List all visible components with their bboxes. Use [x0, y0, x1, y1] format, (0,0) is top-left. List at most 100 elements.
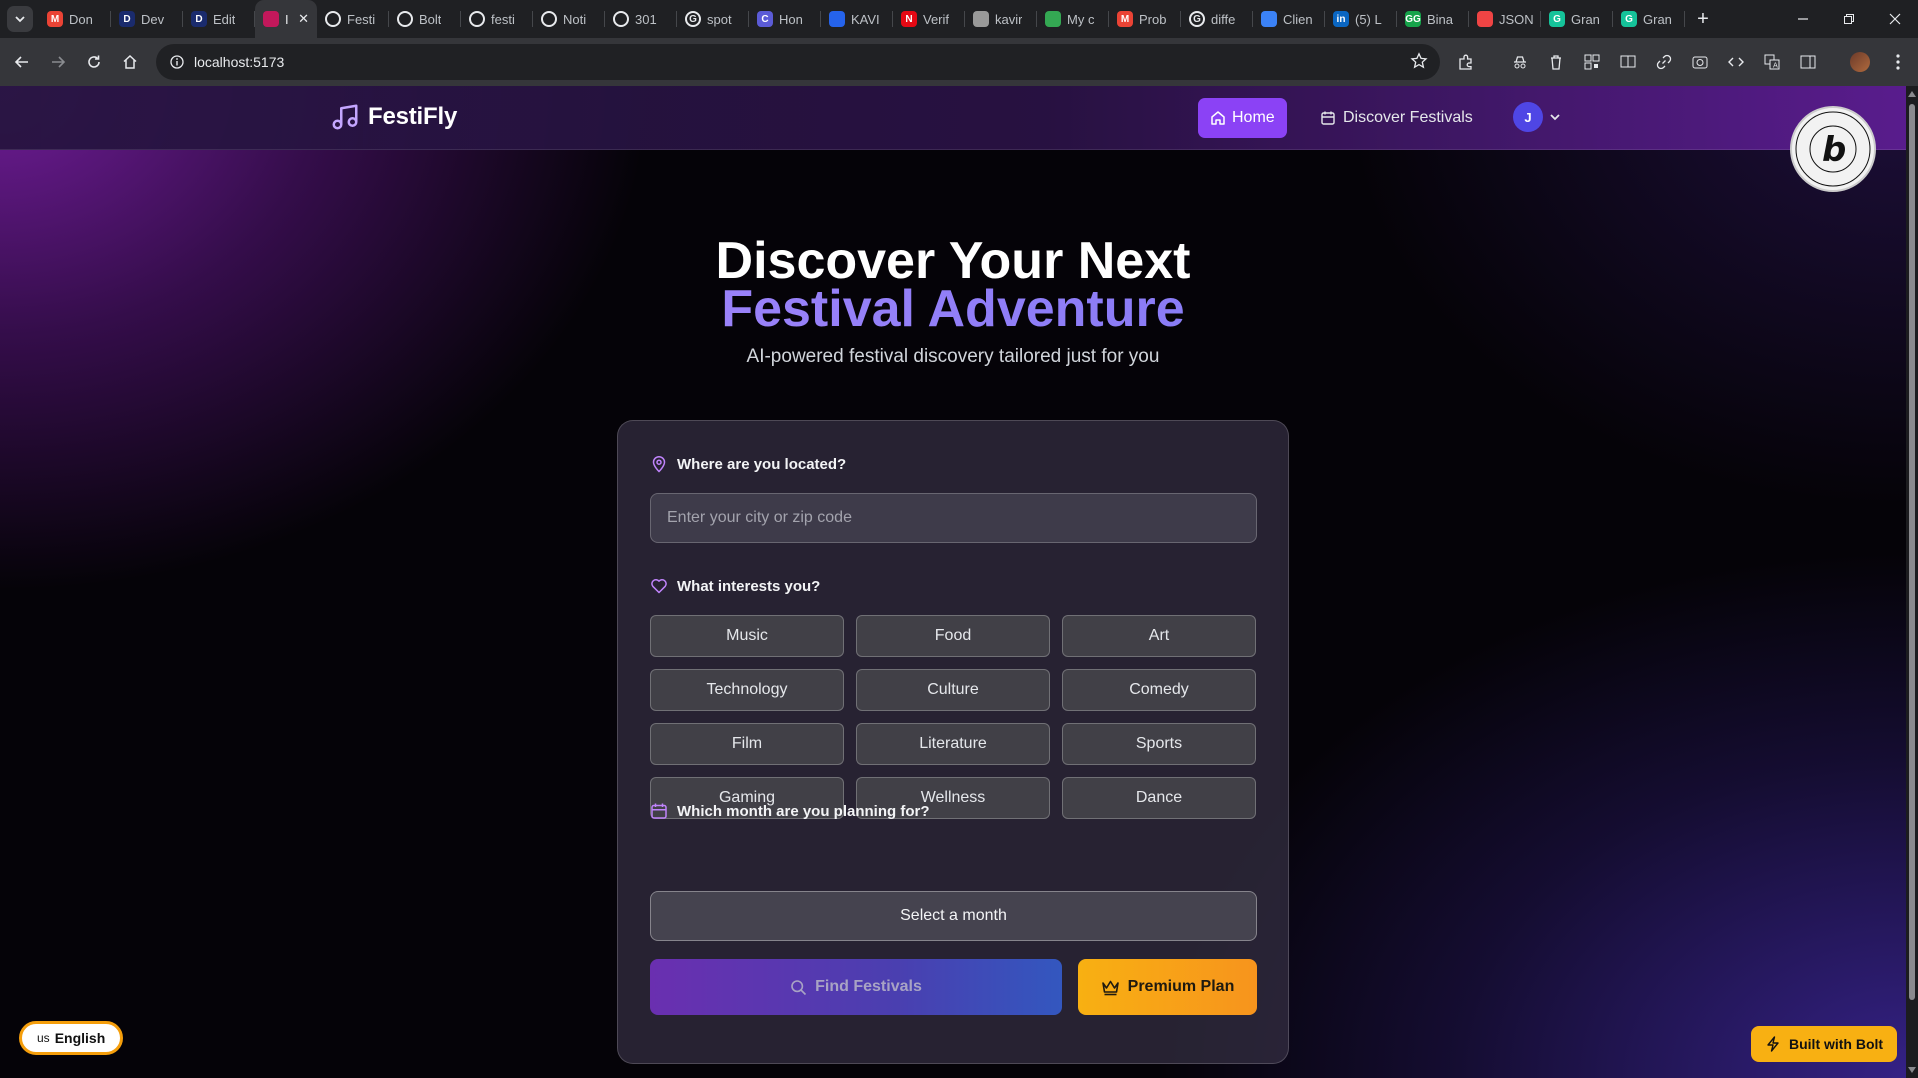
browser-tab[interactable]: JSON: [1469, 0, 1541, 38]
side-panel-button[interactable]: [1796, 50, 1820, 74]
interest-chip-comedy[interactable]: Comedy: [1062, 669, 1256, 711]
user-menu-button[interactable]: J: [1513, 102, 1562, 132]
browser-tab-title: Don: [69, 11, 93, 27]
minimize-button[interactable]: [1780, 0, 1826, 38]
interest-chip-music[interactable]: Music: [650, 615, 844, 657]
us-flag-icon: us: [37, 1031, 50, 1045]
browser-tab-title: spot: [707, 11, 732, 27]
browser-tab[interactable]: KAVI: [821, 0, 893, 38]
back-button[interactable]: [4, 44, 40, 80]
interest-chip-art[interactable]: Art: [1062, 615, 1256, 657]
browser-tab-title: Festi: [347, 11, 376, 27]
browser-tab[interactable]: in (5) L: [1325, 0, 1397, 38]
browser-tab[interactable]: G Gran: [1613, 0, 1685, 38]
nav-home-button[interactable]: Home: [1198, 98, 1287, 138]
find-festivals-button[interactable]: Find Festivals: [650, 959, 1062, 1015]
close-icon: [1889, 13, 1901, 25]
browser-tab[interactable]: Noti: [533, 0, 605, 38]
site-info-icon[interactable]: [170, 55, 184, 69]
capture-icon: [1692, 56, 1708, 69]
arrow-icon: [973, 11, 989, 27]
reload-button[interactable]: [76, 44, 112, 80]
month-select[interactable]: Select a month: [650, 891, 1257, 941]
gmail-icon: M: [1117, 11, 1133, 27]
browser-tab[interactable]: 301: [605, 0, 677, 38]
home-button[interactable]: [112, 44, 148, 80]
built-with-bolt-button[interactable]: Built with Bolt: [1751, 1026, 1898, 1062]
browser-tab[interactable]: GG Bina: [1397, 0, 1469, 38]
browser-tab[interactable]: D Edit: [183, 0, 255, 38]
bookmark-star-icon[interactable]: [1410, 52, 1428, 70]
interest-chip-film[interactable]: Film: [650, 723, 844, 765]
home-icon: [1211, 111, 1225, 125]
interest-chip-culture[interactable]: Culture: [856, 669, 1050, 711]
browser-tabstrip: M Don D Dev D Edit I ✕ Festi Bolt festi Noti 301 Gspo…: [0, 0, 1918, 38]
browser-menu-button[interactable]: [1886, 50, 1910, 74]
nav-discover-button[interactable]: Discover Festivals: [1312, 98, 1481, 138]
browser-tab[interactable]: Gdiffe: [1181, 0, 1253, 38]
browser-tab[interactable]: festi: [461, 0, 533, 38]
scrollbar-thumb[interactable]: [1909, 104, 1915, 1000]
nav-home-label: Home: [1232, 109, 1275, 126]
reload-icon: [88, 55, 100, 68]
new-tab-button[interactable]: +: [1689, 5, 1717, 33]
restore-button[interactable]: [1826, 0, 1872, 38]
language-selector[interactable]: us English: [19, 1021, 124, 1055]
browser-tab-title: I: [285, 11, 289, 27]
browser-tab-title: Edit: [213, 11, 236, 27]
app-icon: [263, 11, 279, 27]
interest-chip-food[interactable]: Food: [856, 615, 1050, 657]
close-window-button[interactable]: [1872, 0, 1918, 38]
profile-button[interactable]: [1848, 50, 1872, 74]
browser-tab[interactable]: N Verif: [893, 0, 965, 38]
extension-translate-button[interactable]: A: [1760, 50, 1784, 74]
more-vertical-icon: [1896, 54, 1900, 70]
extensions-button[interactable]: [1454, 50, 1478, 74]
browser-tab[interactable]: G Gran: [1541, 0, 1613, 38]
location-input[interactable]: [650, 493, 1257, 543]
browser-tab[interactable]: C Hon: [749, 0, 821, 38]
side-panel-icon: [1800, 55, 1816, 69]
browser-tab[interactable]: Festi: [317, 0, 389, 38]
tab-search-button[interactable]: [7, 6, 33, 32]
scroll-up-arrow[interactable]: [1908, 91, 1916, 97]
brand-logo[interactable]: FestiFly: [330, 102, 457, 132]
browser-tab[interactable]: M Prob: [1109, 0, 1181, 38]
search-form-card: Where are you located? What interests yo…: [617, 420, 1289, 1064]
address-bar[interactable]: localhost:5173: [156, 44, 1440, 80]
interest-chip-sports[interactable]: Sports: [1062, 723, 1256, 765]
link-icon: [1656, 54, 1672, 70]
forward-button[interactable]: [40, 44, 76, 80]
interest-chip-dance[interactable]: Dance: [1062, 777, 1256, 819]
bolt-badge-logo[interactable]: b: [1790, 106, 1876, 192]
browser-tab[interactable]: Gspot: [677, 0, 749, 38]
extension-incognito-button[interactable]: [1508, 50, 1532, 74]
browser-tab-title: (5) L: [1355, 11, 1382, 27]
close-tab-icon[interactable]: ✕: [298, 11, 309, 27]
browser-tab[interactable]: D Dev: [111, 0, 183, 38]
premium-plan-button[interactable]: Premium Plan: [1078, 959, 1257, 1015]
scroll-down-arrow[interactable]: [1908, 1067, 1916, 1073]
browser-tab[interactable]: My c: [1037, 0, 1109, 38]
extension-qr-button[interactable]: [1580, 50, 1604, 74]
url-text[interactable]: localhost:5173: [194, 54, 284, 70]
browser-tab[interactable]: Bolt: [389, 0, 461, 38]
d-icon: D: [191, 11, 207, 27]
page-scrollbar[interactable]: [1906, 86, 1918, 1078]
extension-trash-button[interactable]: [1544, 50, 1568, 74]
extension-capture-button[interactable]: [1688, 50, 1712, 74]
interest-chip-technology[interactable]: Technology: [650, 669, 844, 711]
svg-text:A: A: [1773, 62, 1778, 70]
crown-icon: [1101, 980, 1119, 995]
browser-tab[interactable]: M Don: [39, 0, 111, 38]
premium-plan-label: Premium Plan: [1127, 978, 1235, 995]
browser-tab[interactable]: Clien: [1253, 0, 1325, 38]
extension-link-button[interactable]: [1652, 50, 1676, 74]
code-icon: [1728, 57, 1744, 67]
extension-layout-button[interactable]: [1616, 50, 1640, 74]
browser-tab[interactable]: kavir: [965, 0, 1037, 38]
extension-devtools-button[interactable]: [1724, 50, 1748, 74]
interest-chip-literature[interactable]: Literature: [856, 723, 1050, 765]
browser-tab-title: Gran: [1571, 11, 1600, 27]
browser-tab[interactable]: I ✕: [255, 0, 317, 38]
